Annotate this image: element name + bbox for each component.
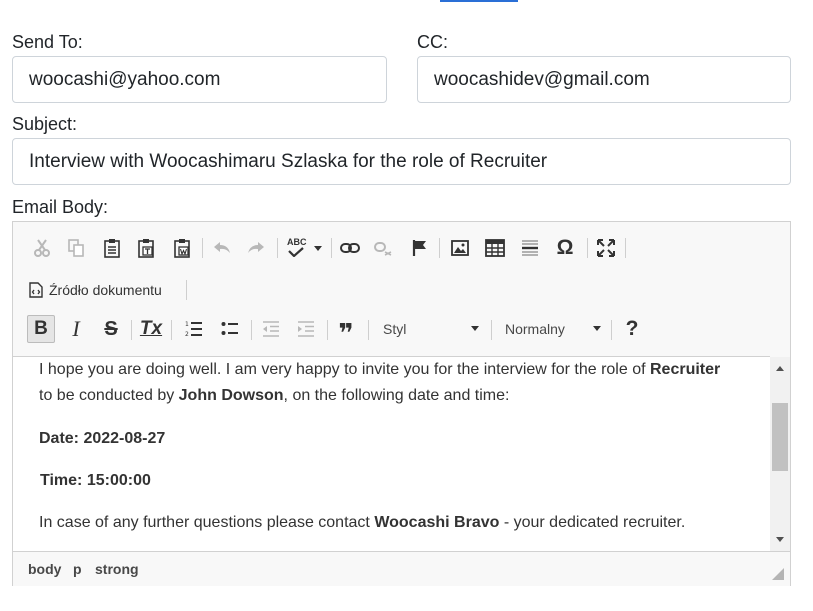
- toolbar-separator: [251, 320, 252, 340]
- numbered-list-icon[interactable]: 12: [181, 316, 207, 342]
- toolbar-separator: [625, 238, 626, 258]
- cc-label: CC:: [417, 32, 448, 52]
- resize-handle-icon[interactable]: [772, 568, 784, 580]
- body-text: - your dedicated recruiter.: [499, 514, 686, 531]
- body-date-line: Date: 2022-08-27: [39, 430, 166, 447]
- top-link-underline[interactable]: [440, 0, 518, 2]
- style-dropdown-label: Styl: [383, 321, 407, 337]
- toolbar-separator: [611, 320, 612, 340]
- paste-from-word-icon[interactable]: [170, 235, 196, 261]
- toolbar-separator: [327, 320, 328, 340]
- rich-text-editor: ABC Ω Źródło dokumentu B I S Tx 1 2 ❞ St…: [12, 221, 791, 586]
- path-item-p[interactable]: p: [73, 561, 82, 577]
- scrollbar-thumb[interactable]: [772, 403, 788, 471]
- cut-icon[interactable]: [29, 235, 55, 261]
- svg-text:1: 1: [185, 321, 189, 328]
- spellcheck-icon[interactable]: ABC: [285, 235, 325, 261]
- toolbar-separator: [368, 320, 369, 340]
- maximize-icon[interactable]: [593, 235, 619, 261]
- link-icon[interactable]: [337, 235, 363, 261]
- increase-indent-icon[interactable]: [293, 316, 319, 342]
- chevron-down-icon: [471, 326, 479, 331]
- decrease-indent-icon[interactable]: [258, 316, 284, 342]
- spellcheck-glyph: ABC: [287, 237, 307, 247]
- image-icon[interactable]: [447, 235, 473, 261]
- editor-scrollbar[interactable]: [770, 357, 790, 551]
- chevron-down-icon: [314, 246, 322, 251]
- toolbar-separator: [202, 238, 203, 258]
- body-paragraph-contact: In case of any further questions please …: [39, 510, 685, 536]
- editor-content-area[interactable]: I hope you are doing well. I am very hap…: [13, 356, 770, 552]
- format-dropdown[interactable]: Normalny: [505, 317, 601, 341]
- source-button-label: Źródło dokumentu: [49, 282, 162, 298]
- send-to-label: Send To:: [12, 32, 83, 52]
- scroll-down-arrow-icon[interactable]: [776, 537, 784, 542]
- cc-input[interactable]: woocashidev@gmail.com: [417, 56, 791, 103]
- toolbar-separator: [491, 320, 492, 340]
- toolbar-separator: [186, 280, 187, 300]
- body-paragraph-conducted: to be conducted by John Dowson, on the f…: [39, 383, 509, 409]
- anchor-flag-icon[interactable]: [407, 235, 433, 261]
- email-body-label: Email Body:: [12, 197, 109, 217]
- body-paragraph-invite: I hope you are doing well. I am very hap…: [39, 357, 720, 383]
- redo-icon[interactable]: [243, 235, 269, 261]
- bold-button[interactable]: B: [27, 315, 55, 343]
- scroll-up-arrow-icon[interactable]: [776, 366, 784, 371]
- remove-format-glyph: Tx: [139, 318, 163, 339]
- toolbar-separator: [277, 238, 278, 258]
- editor-toolbar: ABC Ω Źródło dokumentu B I S Tx 1 2 ❞ St…: [13, 222, 790, 356]
- toolbar-separator: [131, 320, 132, 340]
- element-path-bar: body p strong: [13, 551, 790, 586]
- italic-button[interactable]: I: [63, 316, 89, 342]
- toolbar-separator: [439, 238, 440, 258]
- copy-icon[interactable]: [63, 235, 89, 261]
- paste-text-icon[interactable]: [134, 235, 160, 261]
- toolbar-separator: [331, 238, 332, 258]
- format-dropdown-label: Normalny: [505, 321, 565, 337]
- toolbar-separator: [171, 320, 172, 340]
- source-button[interactable]: Źródło dokumentu: [29, 277, 162, 303]
- remove-format-button[interactable]: Tx: [138, 316, 164, 342]
- body-text: , on the following date and time:: [283, 387, 510, 404]
- svg-text:2: 2: [185, 331, 189, 338]
- body-text: In case of any further questions please …: [39, 514, 375, 531]
- body-text-contact: Woocashi Bravo: [374, 514, 500, 531]
- style-dropdown[interactable]: Styl: [383, 317, 479, 341]
- subject-label: Subject:: [12, 114, 78, 134]
- body-text: I hope you are doing well. I am very hap…: [39, 361, 650, 378]
- blockquote-button[interactable]: ❞: [333, 316, 359, 348]
- strikethrough-button[interactable]: S: [98, 316, 124, 342]
- help-button[interactable]: ?: [619, 316, 645, 342]
- undo-icon[interactable]: [209, 235, 235, 261]
- source-document-icon: [29, 282, 43, 298]
- toolbar-separator: [587, 238, 588, 258]
- special-character-icon[interactable]: Ω: [552, 235, 578, 261]
- bulleted-list-icon[interactable]: [217, 316, 243, 342]
- body-text-role: Recruiter: [650, 361, 721, 378]
- body-time-line: Time: 15:00:00: [40, 472, 151, 489]
- horizontal-line-icon[interactable]: [517, 235, 543, 261]
- unlink-icon[interactable]: [371, 235, 397, 261]
- chevron-down-icon: [593, 326, 601, 331]
- subject-input[interactable]: Interview with Woocashimaru Szlaska for …: [12, 138, 791, 185]
- path-item-body[interactable]: body: [28, 561, 61, 577]
- body-text-interviewer: John Dowson: [178, 387, 284, 404]
- paste-icon[interactable]: [100, 235, 126, 261]
- body-text: to be conducted by: [39, 387, 179, 404]
- path-item-strong[interactable]: strong: [95, 561, 139, 577]
- send-to-input[interactable]: woocashi@yahoo.com: [12, 56, 387, 103]
- table-icon[interactable]: [482, 235, 508, 261]
